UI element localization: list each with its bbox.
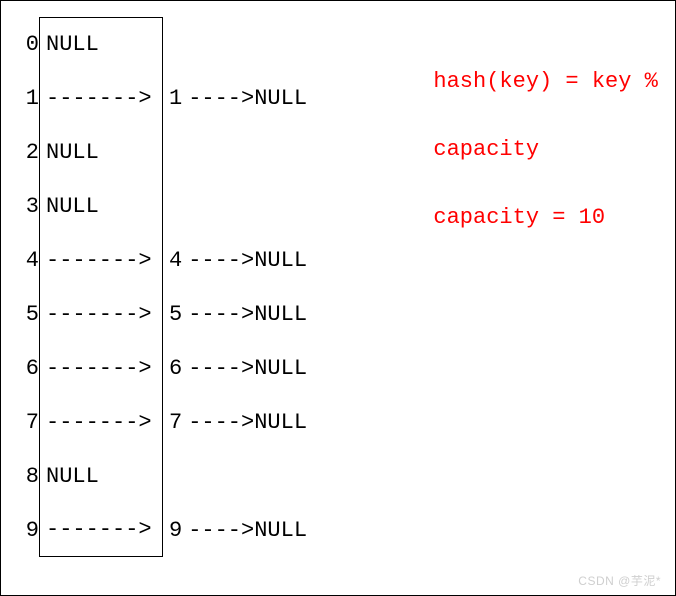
- bucket-chain: 5---->NULL: [163, 302, 307, 327]
- null-label: NULL: [254, 86, 307, 111]
- bucket-chain: 6---->NULL: [163, 356, 307, 381]
- bucket-cell: NULL: [39, 449, 163, 503]
- null-label: NULL: [46, 464, 99, 489]
- arrow-icon: ------->: [46, 302, 152, 327]
- null-label: NULL: [46, 194, 99, 219]
- formula-line2: capacity: [433, 137, 539, 162]
- null-label: NULL: [46, 32, 99, 57]
- bucket-row-7: 7------->7---->NULL: [13, 395, 307, 449]
- arrow-icon: ---->: [188, 86, 254, 111]
- formula-line3: capacity = 10: [433, 205, 605, 230]
- bucket-cell: NULL: [39, 125, 163, 179]
- bucket-row-9: 9------->9---->NULL: [13, 503, 307, 557]
- bucket-cell: NULL: [39, 179, 163, 233]
- bucket-index: 0: [13, 32, 39, 57]
- bucket-row-4: 4------->4---->NULL: [13, 233, 307, 287]
- bucket-cell: ------->: [39, 395, 163, 449]
- bucket-index: 6: [13, 356, 39, 381]
- bucket-index: 5: [13, 302, 39, 327]
- bucket-row-6: 6------->6---->NULL: [13, 341, 307, 395]
- bucket-chain: 4---->NULL: [163, 248, 307, 273]
- hash-table: 0NULL1------->1---->NULL2NULL3NULL4-----…: [13, 17, 307, 557]
- bucket-row-2: 2 NULL: [13, 125, 307, 179]
- bucket-chain: 9---->NULL: [163, 518, 307, 543]
- node-value: 5: [169, 302, 182, 327]
- bucket-index: 4: [13, 248, 39, 273]
- bucket-row-5: 5------->5---->NULL: [13, 287, 307, 341]
- bucket-index: 1: [13, 86, 39, 111]
- bucket-cell: ------->: [39, 287, 163, 341]
- watermark: CSDN @芋泥*: [578, 572, 661, 589]
- bucket-index: 2: [13, 140, 39, 165]
- bucket-row-3: 3 NULL: [13, 179, 307, 233]
- bucket-cell: ------->: [39, 71, 163, 125]
- bucket-cell: ------->: [39, 233, 163, 287]
- null-label: NULL: [46, 140, 99, 165]
- arrow-icon: ---->: [188, 248, 254, 273]
- arrow-icon: ---->: [188, 410, 254, 435]
- bucket-row-1: 1------->1---->NULL: [13, 71, 307, 125]
- arrow-icon: ------->: [46, 410, 152, 435]
- null-label: NULL: [254, 518, 307, 543]
- null-label: NULL: [254, 302, 307, 327]
- bucket-cell: ------->: [39, 341, 163, 395]
- arrow-icon: ---->: [188, 302, 254, 327]
- node-value: 9: [169, 518, 182, 543]
- bucket-index: 7: [13, 410, 39, 435]
- bucket-row-0: 0 NULL: [13, 17, 307, 71]
- node-value: 6: [169, 356, 182, 381]
- null-label: NULL: [254, 410, 307, 435]
- node-value: 1: [169, 86, 182, 111]
- arrow-icon: ---->: [188, 356, 254, 381]
- bucket-index: 3: [13, 194, 39, 219]
- arrow-icon: ------->: [46, 517, 152, 542]
- formula-line1: hash(key) = key %: [433, 69, 657, 94]
- bucket-cell: ------->: [39, 503, 163, 557]
- arrow-icon: ------->: [46, 86, 152, 111]
- arrow-icon: ------->: [46, 248, 152, 273]
- arrow-icon: ------->: [46, 356, 152, 381]
- bucket-index: 8: [13, 464, 39, 489]
- node-value: 4: [169, 248, 182, 273]
- hash-formula: hash(key) = key % capacity capacity = 10: [407, 31, 658, 235]
- node-value: 7: [169, 410, 182, 435]
- bucket-chain: 1---->NULL: [163, 86, 307, 111]
- arrow-icon: ---->: [188, 518, 254, 543]
- null-label: NULL: [254, 248, 307, 273]
- null-label: NULL: [254, 356, 307, 381]
- bucket-row-8: 8 NULL: [13, 449, 307, 503]
- bucket-chain: 7---->NULL: [163, 410, 307, 435]
- bucket-cell: NULL: [39, 17, 163, 71]
- bucket-index: 9: [13, 518, 39, 543]
